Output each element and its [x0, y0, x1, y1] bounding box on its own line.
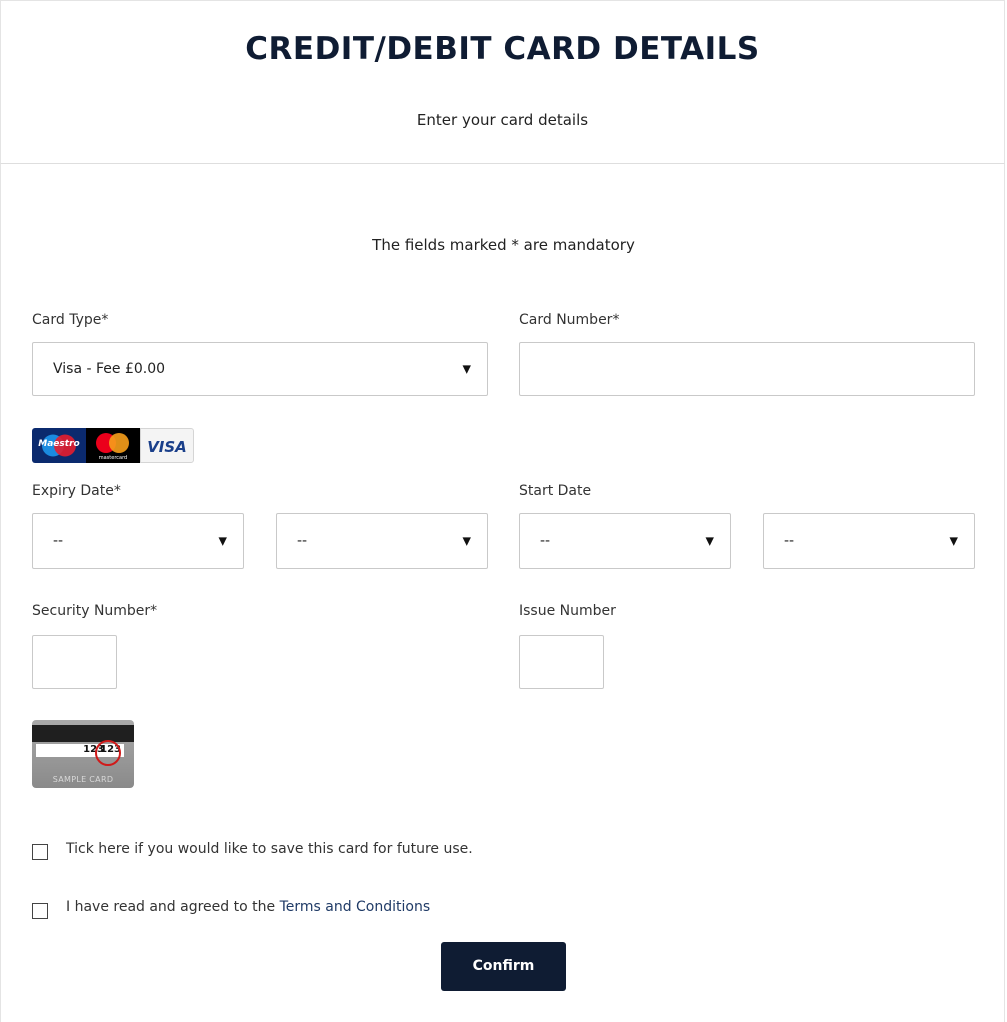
- mandatory-note: The fields marked * are mandatory: [372, 236, 635, 254]
- card-logos: Maestro mastercard VISA: [32, 428, 194, 463]
- start-month-value: --: [540, 533, 551, 549]
- cvv-highlight-ring: [95, 740, 121, 766]
- visa-logo-text: VISA: [147, 438, 187, 456]
- card-number-input[interactable]: [519, 342, 975, 396]
- save-card-checkbox[interactable]: [32, 844, 48, 860]
- terms-text: I have read and agreed to the Terms and …: [66, 899, 430, 915]
- expiry-year-value: --: [297, 533, 308, 549]
- terms-checkbox[interactable]: [32, 903, 48, 919]
- expiry-year-select[interactable]: -- ▼: [276, 513, 488, 569]
- expiry-month-value: --: [53, 533, 64, 549]
- chevron-down-icon: ▼: [949, 534, 958, 548]
- confirm-button[interactable]: Confirm: [441, 942, 566, 991]
- issue-number-input[interactable]: [519, 635, 604, 689]
- sample-card-label: SAMPLE CARD: [52, 775, 114, 784]
- card-form: [0, 164, 1005, 1022]
- maestro-logo-text: Maestro: [38, 439, 80, 449]
- chevron-down-icon: ▼: [462, 534, 471, 548]
- start-date-label: Start Date: [519, 483, 592, 499]
- mastercard-logo-text: mastercard: [98, 455, 128, 461]
- save-card-text: Tick here if you would like to save this…: [66, 841, 473, 857]
- card-type-label: Card Type*: [32, 312, 109, 328]
- maestro-logo: Maestro: [32, 428, 86, 463]
- start-year-select[interactable]: -- ▼: [763, 513, 975, 569]
- page-title: CREDIT/DEBIT CARD DETAILS: [245, 31, 760, 67]
- security-number-label: Security Number*: [32, 603, 158, 619]
- terms-prefix: I have read and agreed to the: [66, 899, 280, 915]
- chevron-down-icon: ▼: [705, 534, 714, 548]
- terms-link[interactable]: Terms and Conditions: [280, 899, 431, 915]
- sample-card-image: 123 123 SAMPLE CARD: [32, 720, 134, 788]
- chevron-down-icon: ▼: [462, 362, 471, 376]
- visa-logo: VISA: [140, 428, 194, 463]
- chevron-down-icon: ▼: [218, 534, 227, 548]
- card-type-value: Visa - Fee £0.00: [53, 361, 166, 377]
- issue-number-label: Issue Number: [519, 603, 616, 619]
- page-subtitle: Enter your card details: [416, 111, 589, 129]
- security-number-input[interactable]: [32, 635, 117, 689]
- card-number-label: Card Number*: [519, 312, 620, 328]
- start-year-value: --: [784, 533, 795, 549]
- card-type-select[interactable]: Visa - Fee £0.00 ▼: [32, 342, 488, 396]
- mastercard-logo: mastercard: [86, 428, 140, 463]
- start-month-select[interactable]: -- ▼: [519, 513, 731, 569]
- page-header: CREDIT/DEBIT CARD DETAILS Enter your car…: [0, 0, 1005, 164]
- magnetic-stripe: [32, 725, 134, 742]
- expiry-date-label: Expiry Date*: [32, 483, 121, 499]
- expiry-month-select[interactable]: -- ▼: [32, 513, 244, 569]
